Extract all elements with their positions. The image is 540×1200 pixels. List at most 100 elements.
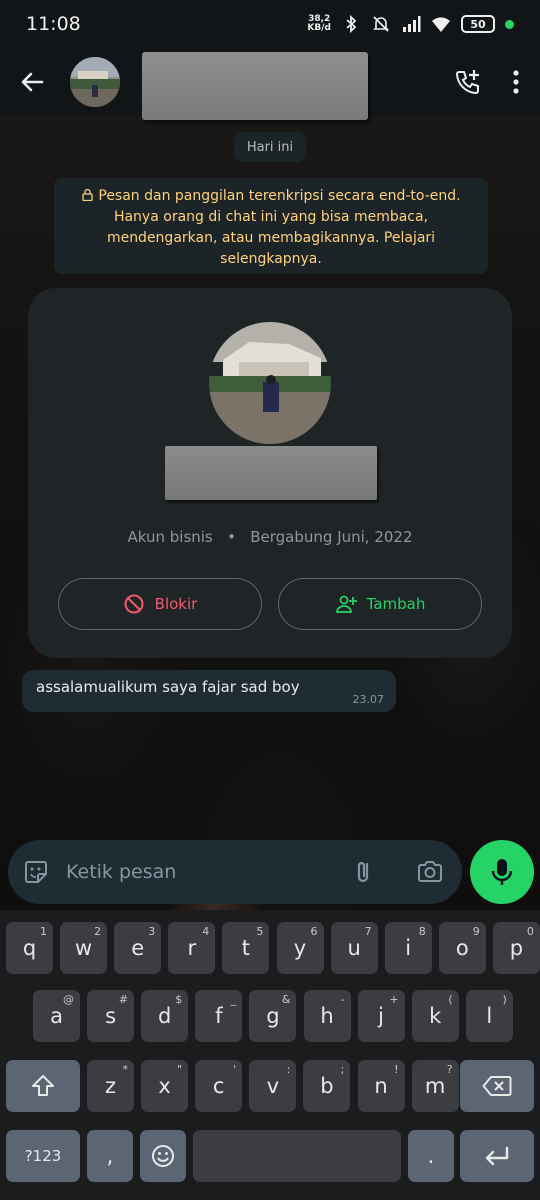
key-r[interactable]: r4 — [168, 922, 216, 974]
key-o[interactable]: o9 — [438, 922, 486, 974]
block-label: Blokir — [154, 595, 198, 613]
sticker-emoji-icon[interactable] — [22, 858, 50, 886]
add-contact-button[interactable]: Tambah — [278, 578, 482, 630]
key-secondary-label: 9 — [472, 925, 480, 938]
key-secondary-label: ( — [448, 993, 453, 1006]
key-secondary-label: 7 — [364, 925, 372, 938]
key-secondary-label: # — [118, 993, 129, 1006]
message-composer: Ketik pesan — [8, 840, 462, 904]
key-label: v — [266, 1074, 280, 1098]
key-label: t — [241, 936, 250, 960]
key-p[interactable]: p0 — [492, 922, 540, 974]
key-secondary-label: _ — [230, 993, 237, 1006]
key-l[interactable]: l) — [465, 990, 513, 1042]
key-label: u — [347, 936, 361, 960]
key-label: g — [266, 1004, 280, 1028]
block-icon — [124, 594, 144, 614]
encryption-notice[interactable]: Pesan dan panggilan terenkripsi secara e… — [54, 178, 488, 274]
more-options-icon[interactable] — [512, 69, 520, 95]
profile-photo[interactable] — [209, 322, 331, 444]
key-secondary-label: 2 — [94, 925, 102, 938]
key-label: s — [105, 1004, 117, 1028]
shift-key[interactable] — [6, 1060, 80, 1112]
back-arrow-icon[interactable] — [18, 67, 48, 97]
attach-icon[interactable] — [350, 858, 378, 886]
key-h[interactable]: h- — [303, 990, 351, 1042]
key-secondary-label: + — [389, 993, 399, 1006]
key-i[interactable]: i8 — [384, 922, 432, 974]
profile-photo-image — [209, 322, 331, 444]
key-label: w — [75, 936, 93, 960]
key-m[interactable]: m? — [411, 1060, 459, 1112]
key-secondary-label: 3 — [148, 925, 156, 938]
key-label: x — [158, 1074, 171, 1098]
key-n[interactable]: n! — [357, 1060, 405, 1112]
backspace-key[interactable] — [460, 1060, 534, 1112]
key-secondary-label: @ — [63, 993, 74, 1006]
shift-icon — [32, 1075, 54, 1096]
emoji-key[interactable] — [140, 1130, 186, 1182]
key-secondary-label: $ — [175, 993, 183, 1006]
key-label: c — [212, 1074, 225, 1098]
key-z[interactable]: z * — [87, 1060, 134, 1112]
key-x[interactable]: x " — [141, 1060, 189, 1112]
key-b[interactable]: b; — [303, 1060, 351, 1112]
key-label: m — [424, 1074, 446, 1098]
wifi-icon — [432, 17, 450, 32]
camera-icon[interactable] — [416, 858, 444, 886]
key-secondary-label: 4 — [202, 925, 210, 938]
key-label: n — [374, 1074, 388, 1098]
key-t[interactable]: t5 — [222, 922, 270, 974]
privacy-dot — [505, 19, 514, 29]
key-secondary-label: ' — [233, 1063, 237, 1076]
key-label: p — [509, 936, 524, 960]
key-secondary-label: ; — [340, 1063, 345, 1076]
add-call-icon[interactable] — [454, 68, 482, 96]
key-label: e — [131, 936, 145, 960]
key-d[interactable]: d $ — [141, 990, 189, 1042]
status-time: 11:08 — [26, 13, 81, 35]
block-button[interactable]: Blokir — [58, 578, 262, 630]
emoji-icon — [152, 1145, 174, 1167]
key-y[interactable]: y6 — [276, 922, 324, 974]
message-input[interactable]: Ketik pesan — [66, 861, 176, 883]
key-f[interactable]: f _ — [195, 990, 243, 1042]
key-w[interactable]: w2 — [60, 922, 108, 974]
joined-date: Bergabung Juni, 2022 — [250, 528, 413, 546]
on-screen-keyboard: q 1 w 2 e 3 r 4 t 5 y 6 u 7 i 8 o 9 p 0 a @ s # d $ f _ g & h - j + k(l) z *… — [0, 910, 540, 1200]
key-v[interactable]: v: — [249, 1060, 297, 1112]
enter-key[interactable] — [460, 1130, 534, 1182]
voice-message-button[interactable] — [470, 840, 534, 904]
key-g[interactable]: g & — [249, 990, 297, 1042]
key-k[interactable]: k( — [411, 990, 459, 1042]
key-secondary-label: 0 — [526, 925, 534, 938]
key-label: ?123 — [24, 1147, 62, 1165]
add-label: Tambah — [366, 595, 426, 613]
key-secondary-label: & — [281, 993, 291, 1006]
contact-avatar[interactable] — [70, 57, 120, 107]
incoming-message[interactable]: assalamualikum saya fajar sad boy 23.07 — [22, 670, 396, 712]
key-secondary-label: ! — [394, 1063, 399, 1076]
key-e[interactable]: e3 — [114, 922, 162, 974]
key-secondary-label: " — [177, 1063, 183, 1076]
lock-icon — [82, 188, 94, 201]
key-c[interactable]: c ' — [195, 1060, 243, 1112]
microphone-icon — [491, 859, 513, 885]
space-key[interactable] — [193, 1130, 401, 1182]
key-secondary-label: ) — [502, 993, 507, 1006]
key-label: a — [50, 1004, 63, 1028]
key-q[interactable]: q1 — [6, 922, 53, 974]
symbols-key[interactable]: ?123 — [6, 1130, 80, 1182]
key-label: f — [215, 1004, 223, 1028]
period-key[interactable]: . — [408, 1130, 454, 1182]
comma-key[interactable]: , — [87, 1130, 133, 1182]
key-a[interactable]: a @ — [33, 990, 80, 1042]
key-label: q — [22, 936, 37, 960]
contact-name-redacted[interactable] — [142, 52, 368, 120]
key-u[interactable]: u7 — [330, 922, 378, 974]
key-s[interactable]: s # — [87, 990, 135, 1042]
profile-meta: Akun bisnis • Bergabung Juni, 2022 — [28, 528, 512, 546]
key-label: j — [378, 1004, 385, 1028]
key-label: z — [104, 1074, 117, 1098]
key-j[interactable]: j + — [357, 990, 405, 1042]
